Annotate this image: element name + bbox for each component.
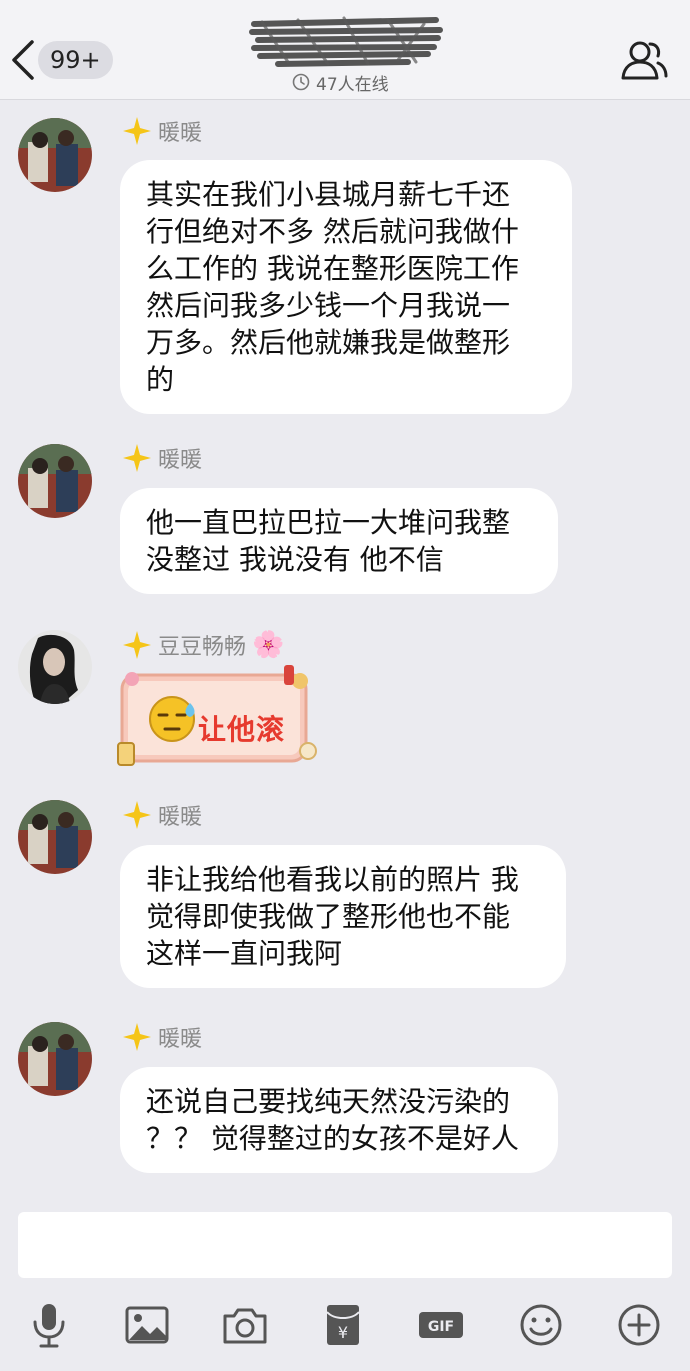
svg-text:GIF: GIF <box>428 1319 454 1335</box>
sender-avatar[interactable] <box>18 1022 92 1096</box>
clock-icon <box>292 73 310 91</box>
online-status: 47人在线 <box>292 70 389 95</box>
sender-line: 暖暖 <box>122 1022 202 1052</box>
redacted-group-title <box>249 16 443 67</box>
gif-icon[interactable]: GIF <box>416 1300 466 1350</box>
sender-avatar[interactable] <box>18 800 92 874</box>
message-bubble[interactable]: 非让我给他看我以前的照片 我 觉得即使我做了整形他也不能 这样一直问我阿 <box>120 845 566 988</box>
plus-icon[interactable] <box>614 1300 664 1350</box>
online-count-label: 47人在线 <box>316 74 389 95</box>
sticker-caption: 让他滚 <box>198 713 286 746</box>
sender-name: 暖暖 <box>158 448 203 473</box>
image-icon[interactable] <box>122 1300 172 1350</box>
badge-star-icon <box>123 117 151 145</box>
camera-icon[interactable] <box>220 1300 270 1350</box>
sender-name: 暖暖 <box>158 805 203 830</box>
message-bubble[interactable]: 还说自己要找纯天然没污染的 ？？ 觉得整过的女孩不是好人 <box>120 1067 558 1173</box>
sender-avatar[interactable] <box>18 630 92 704</box>
unread-count-badge[interactable]: 99+ <box>38 41 113 79</box>
input-toolbar: ¥ GIF <box>0 1290 690 1360</box>
svg-text:¥: ¥ <box>338 1323 348 1342</box>
group-members-icon[interactable] <box>620 38 668 82</box>
chat-header: 99+ 47人在线 <box>0 0 690 100</box>
sender-name: 暖暖 <box>158 121 203 146</box>
emoji-icon[interactable] <box>516 1300 566 1350</box>
sender-name: 豆豆畅畅 <box>158 635 247 660</box>
badge-star-icon <box>123 1023 151 1051</box>
badge-star-icon <box>123 631 151 659</box>
sender-avatar[interactable] <box>18 444 92 518</box>
microphone-icon[interactable] <box>24 1300 74 1350</box>
flower-emoji: 🌸 <box>252 630 285 660</box>
badge-star-icon <box>123 801 151 829</box>
message-input[interactable] <box>18 1212 672 1278</box>
message-bubble[interactable]: 他一直巴拉巴拉一大堆问我整 没整过 我说没有 他不信 <box>120 488 558 594</box>
message-bubble[interactable]: 其实在我们小县城月薪七千还 行但绝对不多 然后就问我做什 么工作的 我说在整形医… <box>120 160 572 414</box>
sender-line: 暖暖 <box>122 443 202 473</box>
back-chevron-icon[interactable] <box>8 38 38 82</box>
sender-line: 豆豆畅畅 🌸 <box>122 630 284 660</box>
sender-line: 暖暖 <box>122 800 202 830</box>
sender-name: 暖暖 <box>158 1027 203 1052</box>
sender-line: 暖暖 <box>122 116 202 146</box>
sender-avatar[interactable] <box>18 118 92 192</box>
badge-star-icon <box>123 444 151 472</box>
red-packet-icon[interactable]: ¥ <box>318 1300 368 1350</box>
